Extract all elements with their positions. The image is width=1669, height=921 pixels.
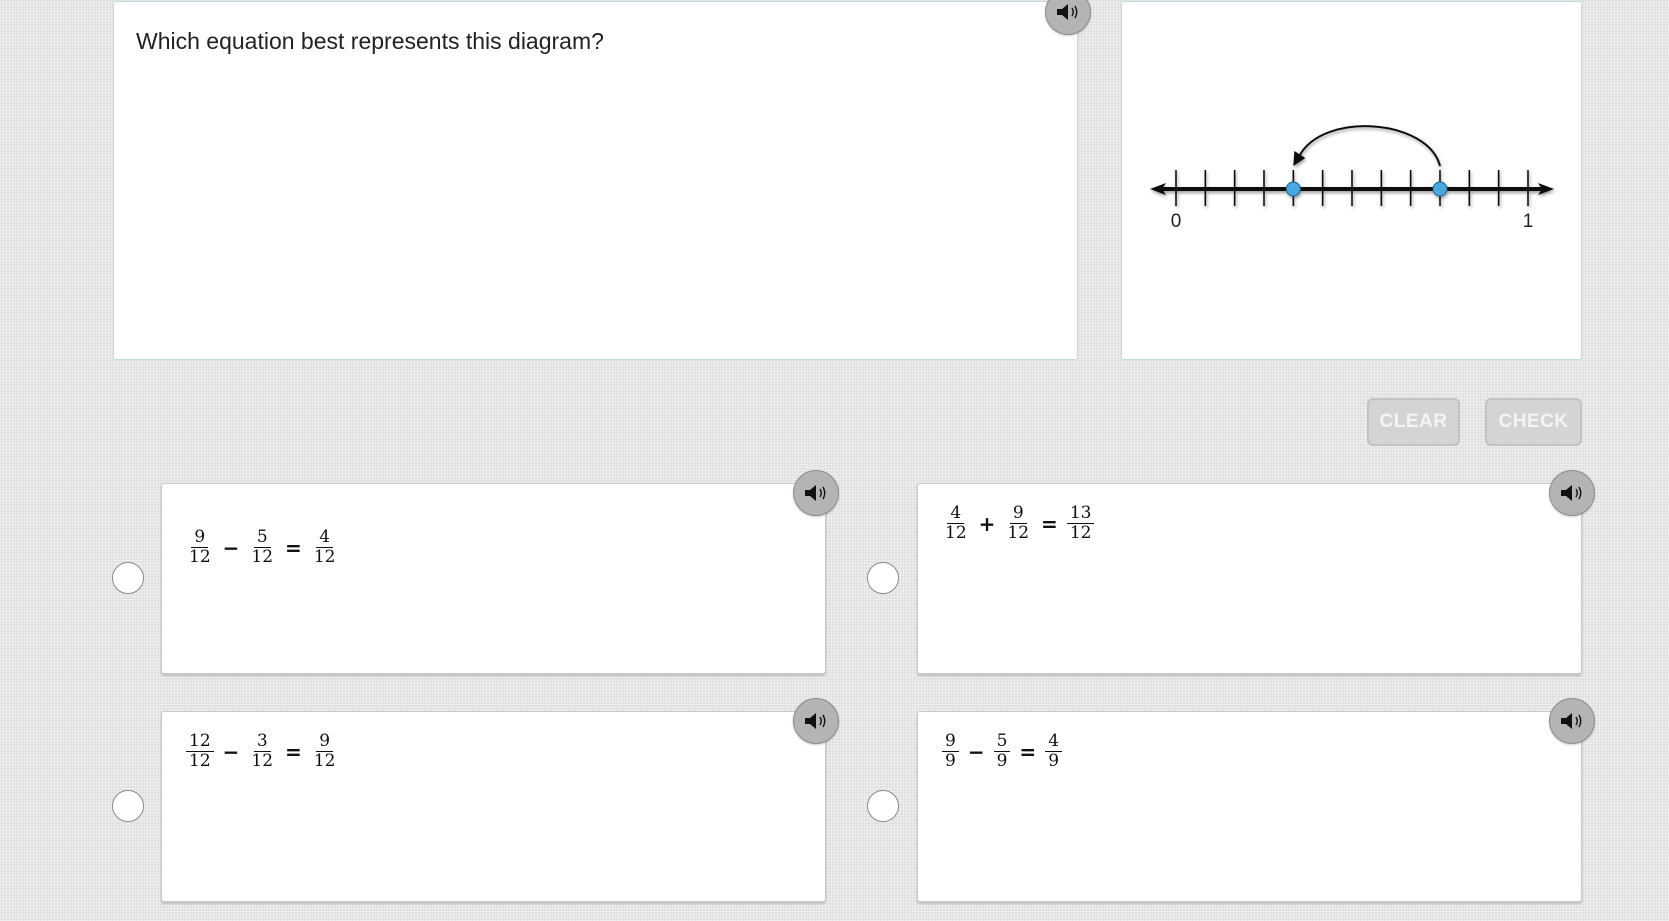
jump-arrowhead bbox=[1293, 151, 1306, 166]
tick-label-0: 0 bbox=[1171, 211, 1182, 232]
denominator: 12 bbox=[1069, 523, 1092, 543]
equals-sign: = bbox=[285, 535, 302, 560]
fraction: 49 bbox=[1045, 732, 1063, 771]
denominator: 12 bbox=[313, 751, 336, 771]
speaker-icon bbox=[1561, 713, 1582, 729]
fraction: 4 12 bbox=[311, 528, 339, 567]
equals-sign: = bbox=[1041, 511, 1058, 536]
denominator: 12 bbox=[1007, 523, 1030, 543]
minus-sign: − bbox=[967, 739, 985, 764]
option-c-audio-button[interactable] bbox=[793, 698, 839, 744]
denominator: 9 bbox=[945, 751, 956, 771]
question-panel: Which equation best represents this diag… bbox=[113, 1, 1078, 360]
numerator: 3 bbox=[253, 732, 271, 752]
fraction: 9 12 bbox=[186, 528, 214, 567]
jump-arc bbox=[1298, 125, 1441, 167]
fraction: 99 bbox=[942, 732, 959, 771]
denominator: 12 bbox=[251, 547, 274, 567]
question-text: Which equation best represents this diag… bbox=[136, 28, 604, 54]
fraction: 9 12 bbox=[1004, 504, 1032, 543]
fraction: 4 12 bbox=[942, 504, 970, 543]
option-c-radio[interactable] bbox=[112, 790, 144, 822]
fraction: 9 12 bbox=[311, 732, 339, 771]
denominator: 12 bbox=[189, 751, 211, 771]
option-c-equation: 12 12−3 12 = 9 12 bbox=[186, 732, 338, 771]
numerator: 13 bbox=[1066, 504, 1095, 524]
option-d-radio[interactable] bbox=[867, 790, 899, 822]
check-button[interactable]: CHECK bbox=[1485, 398, 1582, 446]
denominator: 12 bbox=[251, 751, 274, 771]
option-a-card[interactable]: 9 12−5 12 = 4 12 bbox=[161, 483, 826, 674]
fraction: 59 bbox=[993, 732, 1011, 771]
numerator: 4 bbox=[947, 504, 965, 524]
numerator: 9 bbox=[316, 732, 334, 752]
plus-sign: + bbox=[978, 511, 996, 536]
numerator: 4 bbox=[1045, 732, 1063, 752]
denominator: 12 bbox=[313, 547, 336, 567]
speaker-icon bbox=[1561, 485, 1582, 501]
number-line-point bbox=[1285, 181, 1301, 197]
equals-sign: = bbox=[285, 739, 302, 764]
number-line-point bbox=[1432, 181, 1448, 197]
speaker-icon bbox=[805, 485, 826, 501]
option-d-audio-button[interactable] bbox=[1549, 698, 1595, 744]
numerator: 12 bbox=[186, 732, 214, 752]
option-b-equation: 4 12 +9 12 = 13 12 bbox=[942, 504, 1095, 543]
fraction: 3 12 bbox=[248, 732, 276, 771]
numerator: 9 bbox=[942, 732, 959, 752]
fraction: 5 12 bbox=[248, 528, 276, 567]
fraction: 12 12 bbox=[186, 732, 214, 771]
option-a-audio-button[interactable] bbox=[793, 470, 839, 516]
option-d-card[interactable]: 9 9−5 9 = 4 9 bbox=[917, 711, 1582, 902]
number-line-diagram: 0 1 bbox=[1150, 125, 1554, 232]
denominator: 12 bbox=[189, 547, 211, 567]
denominator: 9 bbox=[1048, 751, 1060, 771]
minus-sign: − bbox=[222, 535, 240, 560]
option-a-equation: 9 12−5 12 = 4 12 bbox=[186, 528, 338, 567]
numerator: 9 bbox=[191, 528, 209, 548]
numerator: 9 bbox=[1009, 504, 1027, 524]
denominator: 12 bbox=[945, 523, 967, 543]
numerator: 4 bbox=[316, 528, 334, 548]
fraction: 13 12 bbox=[1066, 504, 1095, 543]
numerator: 5 bbox=[993, 732, 1011, 752]
option-c-card[interactable]: 12 12−3 12 = 9 12 bbox=[161, 711, 826, 902]
speaker-icon bbox=[1057, 4, 1078, 20]
tick-label-1: 1 bbox=[1523, 211, 1534, 232]
numerator: 5 bbox=[253, 528, 271, 548]
option-b-radio[interactable] bbox=[867, 562, 899, 594]
option-b-card[interactable]: 4 12 +9 12 = 13 12 bbox=[917, 483, 1582, 674]
minus-sign: − bbox=[222, 739, 240, 764]
clear-button[interactable]: CLEAR bbox=[1367, 398, 1460, 446]
speaker-icon bbox=[805, 713, 826, 729]
option-d-equation: 9 9−5 9 = 4 9 bbox=[942, 732, 1063, 771]
denominator: 9 bbox=[996, 751, 1008, 771]
option-a-radio[interactable] bbox=[112, 562, 144, 594]
option-b-audio-button[interactable] bbox=[1549, 470, 1595, 516]
diagram-panel: 0 1 bbox=[1121, 1, 1582, 360]
equals-sign: = bbox=[1019, 739, 1037, 764]
